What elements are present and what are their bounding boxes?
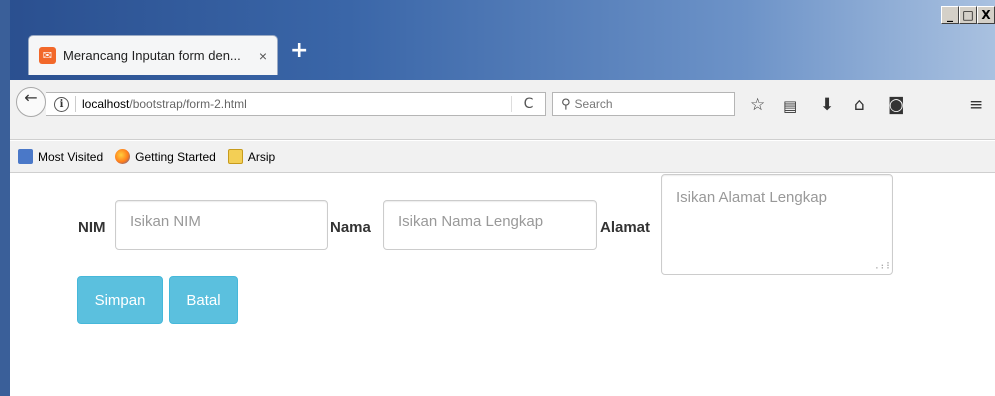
bookmark-label: Most Visited — [38, 149, 104, 164]
bookmark-arsip[interactable]: Arsip — [227, 149, 276, 164]
reading-list-icon[interactable]: ▤ — [783, 97, 797, 115]
alamat-placeholder: Isikan Alamat Lengkap — [676, 189, 827, 206]
simpan-button[interactable]: Simpan — [77, 276, 163, 324]
resize-grip-icon[interactable]: ⠠⠰⠸ — [872, 261, 890, 272]
maximize-button[interactable]: □ — [959, 6, 977, 24]
firefox-icon — [115, 149, 131, 164]
window-controls: _ □ X — [941, 6, 995, 24]
nama-input[interactable]: Isikan Nama Lengkap — [383, 200, 597, 250]
url-path: /bootstrap/form-2.html — [129, 97, 247, 111]
bookmark-most-visited[interactable]: Most Visited — [18, 149, 103, 164]
nim-label: NIM — [78, 219, 106, 236]
new-tab-button[interactable]: + — [290, 38, 308, 63]
tab-close-icon[interactable]: × — [259, 48, 267, 64]
browser-tab[interactable]: ✉ Merancang Inputan form den... × — [28, 35, 278, 75]
alamat-label: Alamat — [600, 219, 651, 236]
alamat-textarea[interactable]: Isikan Alamat Lengkap ⠠⠰⠸ — [661, 174, 893, 275]
window-frame-left — [0, 0, 10, 396]
search-placeholder: Search — [574, 97, 613, 111]
tab-title: Merancang Inputan form den... — [63, 48, 241, 63]
url-host: localhost — [82, 97, 130, 111]
home-icon[interactable]: ⌂ — [854, 95, 865, 115]
minimize-button[interactable]: _ — [941, 6, 959, 24]
page-content: NIM Isikan NIM Nama Isikan Nama Lengkap … — [10, 174, 995, 396]
nama-label: Nama — [330, 219, 371, 236]
menu-icon[interactable]: ≡ — [969, 95, 983, 115]
reload-icon[interactable]: C — [511, 96, 545, 112]
star-icon[interactable]: ☆ — [750, 95, 765, 115]
url-divider — [75, 96, 76, 112]
bookmark-label: Getting Started — [135, 149, 216, 164]
window-titlebar: _ □ X ✉ Merancang Inputan form den... × … — [0, 0, 995, 80]
url-bar[interactable]: i localhost/bootstrap/form-2.html C — [46, 92, 546, 116]
close-window-button[interactable]: X — [977, 6, 995, 24]
back-button[interactable]: ← — [16, 87, 46, 117]
bookmark-label: Arsip — [247, 149, 276, 164]
most-visited-icon — [18, 149, 33, 164]
url-text[interactable]: localhost/bootstrap/form-2.html — [82, 97, 511, 111]
search-icon: ⚲ — [561, 96, 571, 112]
bookmark-getting-started[interactable]: Getting Started — [115, 149, 216, 164]
search-input[interactable]: ⚲ Search — [552, 92, 735, 116]
folder-icon — [227, 149, 243, 164]
pocket-icon[interactable]: ◙ — [888, 95, 905, 115]
xampp-favicon-icon: ✉ — [39, 47, 56, 64]
download-icon[interactable]: ⬇ — [820, 95, 834, 115]
bookmarks-toolbar: Most Visited Getting Started Arsip — [10, 141, 995, 173]
navigation-toolbar: ← i localhost/bootstrap/form-2.html C ⚲ … — [10, 80, 995, 140]
batal-button[interactable]: Batal — [169, 276, 238, 324]
nim-input[interactable]: Isikan NIM — [115, 200, 328, 250]
info-icon[interactable]: i — [54, 96, 69, 112]
